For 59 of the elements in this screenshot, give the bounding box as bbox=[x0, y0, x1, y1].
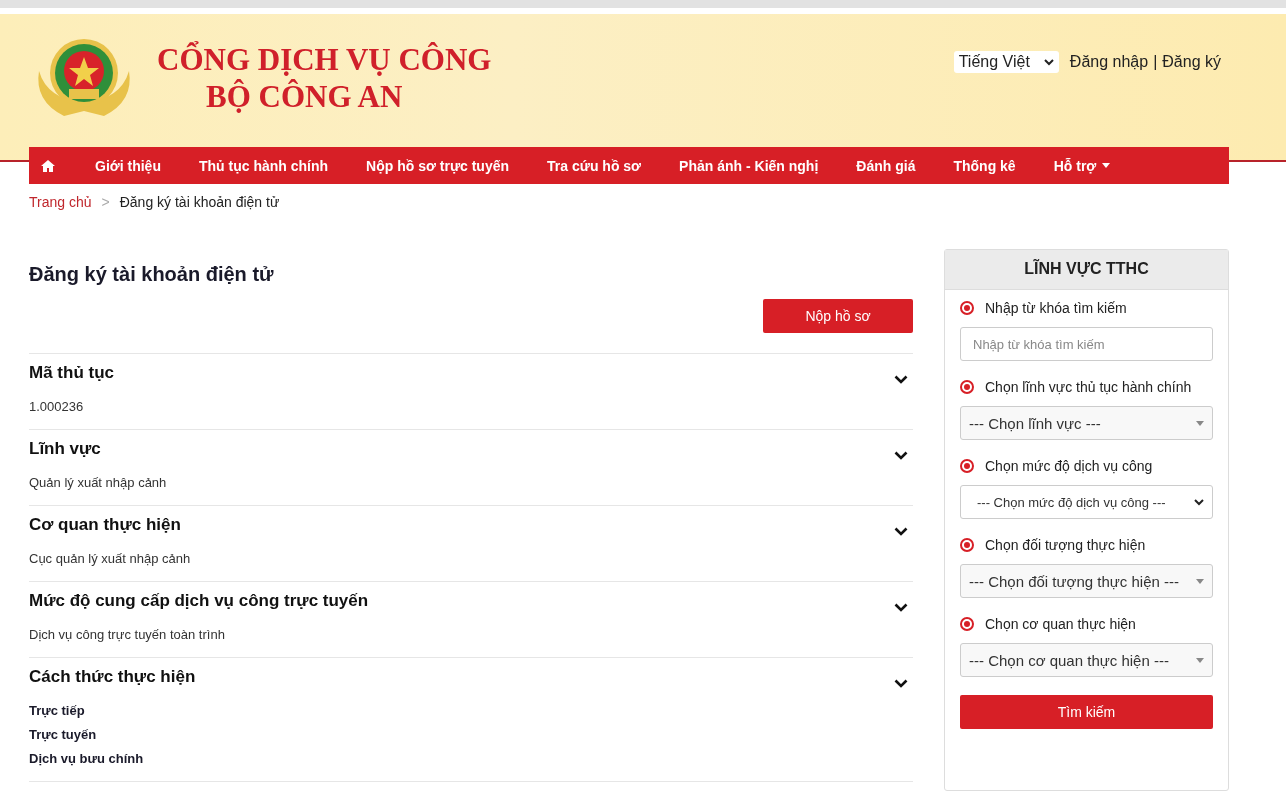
breadcrumb-current: Đăng ký tài khoản điện tử bbox=[119, 194, 280, 210]
radio-button[interactable] bbox=[960, 459, 974, 473]
section-value: Dịch vụ bưu chính bbox=[29, 750, 145, 768]
nav-item[interactable]: Nộp hồ sơ trực tuyến bbox=[347, 157, 529, 174]
filter-label: Nhập từ khóa tìm kiếm bbox=[985, 300, 1127, 316]
keyword-input-field[interactable]: Nhập từ khóa tìm kiếm bbox=[960, 327, 1213, 361]
caret-icon bbox=[1196, 420, 1204, 426]
section-title: Cơ quan thực hiện bbox=[29, 515, 181, 535]
caret-icon bbox=[1196, 578, 1204, 584]
nav-item[interactable]: Hỗ trợ bbox=[1034, 157, 1130, 174]
caret-icon bbox=[1196, 657, 1204, 663]
nav-item[interactable]: Thống kê bbox=[934, 157, 1035, 174]
breadcrumb-home-link[interactable]: Trang chủ bbox=[29, 194, 92, 210]
section-title: Mức độ cung cấp dịch vụ công trực tuyến bbox=[29, 591, 369, 611]
link-separator: | bbox=[1153, 53, 1158, 71]
language-select[interactable]: Tiếng Việt bbox=[953, 51, 1059, 73]
filter-label: Chọn cơ quan thực hiện bbox=[985, 616, 1136, 632]
submit-button[interactable]: Nộp hồ sơ bbox=[763, 299, 913, 333]
chevron-down-icon[interactable] bbox=[894, 526, 908, 536]
section-value: Trực tuyến bbox=[29, 726, 98, 744]
section-value: Cục quản lý xuất nhập cảnh bbox=[29, 550, 192, 568]
nav-item[interactable]: Tra cứu hồ sơ bbox=[528, 157, 661, 174]
section-title: Lĩnh vực bbox=[29, 439, 101, 459]
breadcrumb-separator: > bbox=[101, 194, 110, 210]
chevron-down-icon bbox=[1043, 58, 1054, 66]
filter-label: Chọn đối tượng thực hiện bbox=[985, 537, 1146, 553]
dropdown-select[interactable]: --- Chọn mức độ dịch vụ công --- bbox=[960, 485, 1213, 519]
radio-button[interactable] bbox=[960, 380, 974, 394]
radio-button[interactable] bbox=[960, 538, 974, 552]
nav-item[interactable]: Giới thiệu bbox=[76, 157, 180, 174]
chevron-down-icon bbox=[1194, 498, 1204, 506]
filter-label: Chọn mức độ dịch vụ công bbox=[985, 458, 1153, 474]
nav-item[interactable]: Phản ánh - Kiến nghị bbox=[660, 157, 838, 174]
nav-item[interactable]: Thủ tục hành chính bbox=[179, 157, 348, 174]
chevron-down-icon[interactable] bbox=[894, 450, 908, 460]
section-value: 1.000236 bbox=[29, 398, 85, 416]
panel-title: LĨNH VỰC TTHC bbox=[945, 250, 1228, 290]
chevron-down-icon[interactable] bbox=[894, 374, 908, 384]
dropdown-select[interactable]: --- Chọn cơ quan thực hiện --- bbox=[960, 643, 1213, 677]
dropdown-select[interactable]: --- Chọn đối tượng thực hiện --- bbox=[960, 564, 1213, 598]
nav-item[interactable]: Đánh giá bbox=[837, 157, 935, 174]
portal-title: CỔNG DỊCH VỤ CÔNG bbox=[157, 41, 492, 78]
section-value: Quản lý xuất nhập cảnh bbox=[29, 474, 168, 492]
section-value: Dịch vụ công trực tuyến toàn trình bbox=[29, 626, 226, 644]
section-title: Mã thủ tục bbox=[29, 363, 114, 383]
home-icon[interactable] bbox=[41, 159, 55, 172]
page-title: Đăng ký tài khoản điện tử bbox=[29, 263, 275, 286]
section-value: Trực tiếp bbox=[29, 702, 86, 720]
search-button[interactable]: Tìm kiếm bbox=[960, 695, 1213, 729]
radio-button[interactable] bbox=[960, 301, 974, 315]
chevron-down-icon[interactable] bbox=[894, 602, 908, 612]
ministry-title: BỘ CÔNG AN bbox=[205, 78, 404, 115]
section-title: Cách thức thực hiện bbox=[29, 667, 196, 687]
radio-button[interactable] bbox=[960, 617, 974, 631]
filter-label: Chọn lĩnh vực thủ tục hành chính bbox=[985, 379, 1192, 395]
dropdown-select[interactable]: --- Chọn lĩnh vực --- bbox=[960, 406, 1213, 440]
login-link[interactable]: Đăng nhập bbox=[1069, 53, 1149, 71]
chevron-down-icon[interactable] bbox=[894, 678, 908, 688]
register-link[interactable]: Đăng ký bbox=[1162, 53, 1221, 71]
